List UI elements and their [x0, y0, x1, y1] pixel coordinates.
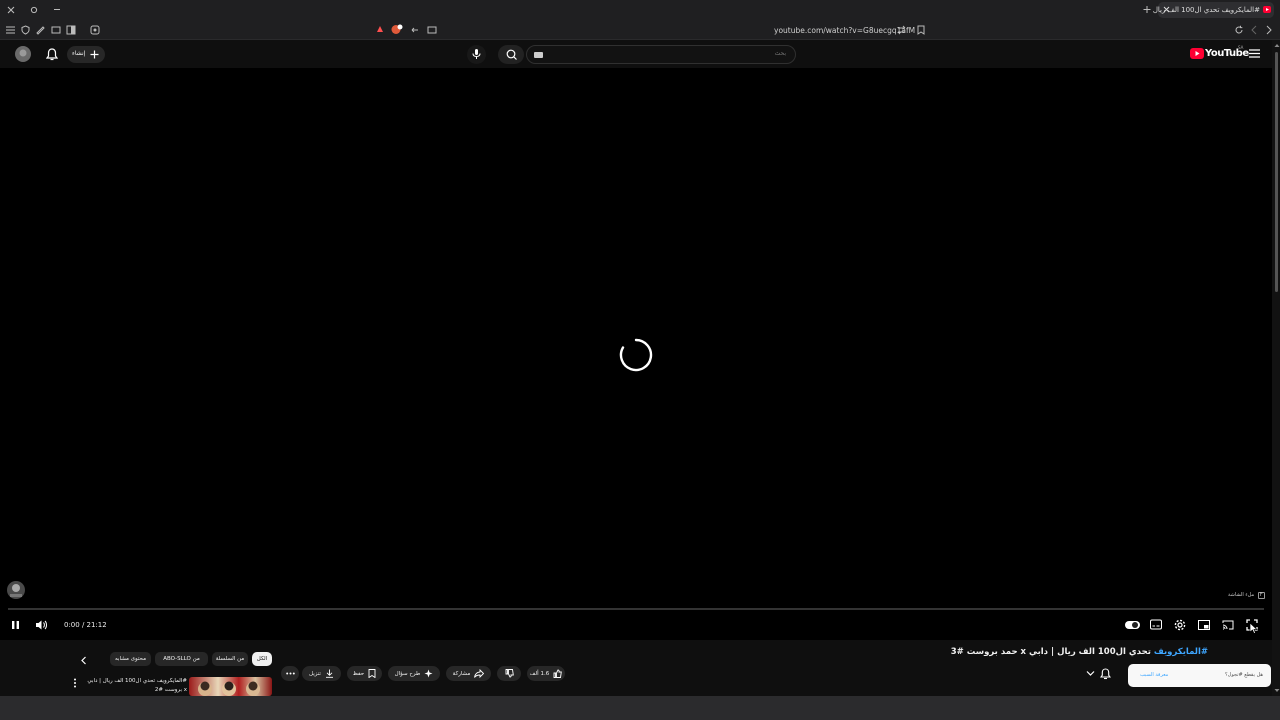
subscribe-bell-icon[interactable]: [1100, 668, 1111, 680]
like-count: 1.6 ألف: [529, 670, 550, 677]
thumbnail-image: [198, 681, 260, 696]
popup-question: هل يقطع #تجول؟: [1225, 672, 1263, 678]
scroll-up-arrow-icon[interactable]: [1274, 43, 1280, 48]
microphone-icon: [472, 49, 481, 59]
search-icon: [506, 49, 517, 60]
bookmark-icon[interactable]: [917, 25, 925, 35]
progress-bar[interactable]: [8, 608, 1264, 610]
forward-icon[interactable]: [1265, 25, 1273, 35]
sidebar-icon[interactable]: [66, 25, 76, 35]
chip-related[interactable]: محتوى مشابه: [110, 652, 151, 666]
plus-icon: [90, 50, 99, 59]
sparkle-icon: [424, 669, 433, 678]
share-label: مشاركة: [452, 670, 471, 677]
video-title: #المايكرويف تحدي ال100 الف ريال | دابي x…: [951, 647, 1208, 657]
more-actions-button[interactable]: [281, 666, 299, 681]
fullscreen-tooltip-text: ملء الشاشة: [1228, 592, 1255, 598]
youtube-favicon-icon: [1263, 6, 1271, 13]
tabs-icon[interactable]: [51, 25, 61, 35]
pause-icon[interactable]: [11, 620, 20, 630]
guide-menu-icon[interactable]: [1249, 49, 1260, 58]
share-button[interactable]: مشاركة: [446, 666, 491, 681]
new-tab-icon[interactable]: [1143, 5, 1151, 14]
channel-prompt-popup: هل يقطع #تجول؟ معرفة السبب: [1128, 664, 1271, 687]
ask-button[interactable]: طرح سؤال: [388, 666, 440, 681]
browser-toolbar: [0, 20, 1280, 40]
dislike-button[interactable]: [497, 666, 521, 681]
more-horizontal-icon: [285, 672, 295, 675]
brave-shields-icon[interactable]: [391, 24, 403, 35]
fullscreen-tooltip: F ملء الشاشة: [1228, 592, 1265, 599]
fullscreen-key: F: [1257, 592, 1265, 599]
loading-spinner-icon: [619, 338, 653, 372]
chip-from-series[interactable]: من السلسلة: [212, 652, 248, 666]
more-vertical-icon[interactable]: [73, 678, 77, 688]
restore-icon[interactable]: [30, 5, 38, 14]
notifications-bell-icon[interactable]: [46, 48, 58, 61]
back-history-icon[interactable]: [410, 25, 420, 35]
create-button[interactable]: إنشاء: [67, 46, 105, 63]
video-hashtag[interactable]: #المايكرويف: [1154, 647, 1208, 657]
download-button[interactable]: تنزيل: [302, 666, 341, 681]
thumbs-up-icon: [553, 669, 563, 678]
ask-label: طرح سؤال: [394, 670, 421, 677]
keyboard-icon[interactable]: [534, 52, 543, 58]
avatar[interactable]: [15, 46, 31, 62]
search-placeholder: بحث: [774, 50, 786, 57]
save-bookmark-icon: [368, 669, 376, 678]
miniplayer-icon[interactable]: [1198, 620, 1210, 630]
share-icon: [474, 669, 485, 678]
mouse-cursor-icon: [1249, 622, 1258, 634]
reload-icon[interactable]: [1234, 25, 1244, 35]
chip-all[interactable]: الكل: [252, 652, 272, 666]
cast-icon[interactable]: [1222, 620, 1234, 630]
close-window-icon[interactable]: [7, 6, 15, 14]
chevron-down-icon[interactable]: [1086, 670, 1095, 677]
like-button[interactable]: 1.6 ألف: [527, 666, 565, 681]
volume-icon[interactable]: [35, 619, 48, 631]
download-label: تنزيل: [309, 670, 321, 677]
menu-icon[interactable]: [6, 26, 15, 34]
create-label: إنشاء: [72, 50, 86, 57]
reader-mode-icon[interactable]: [427, 25, 437, 35]
autoplay-toggle-icon[interactable]: [1125, 620, 1140, 630]
shield-icon[interactable]: [21, 25, 30, 35]
region-code: SA: [1238, 45, 1244, 50]
scrollbar-thumb[interactable]: [1275, 52, 1278, 292]
voice-search-button[interactable]: [467, 45, 486, 64]
thumbs-down-icon: [505, 669, 514, 678]
channel-watermark-icon[interactable]: [6, 580, 26, 600]
back-icon[interactable]: [1250, 25, 1258, 35]
popup-link[interactable]: معرفة السبب: [1140, 672, 1168, 678]
address-bar[interactable]: youtube.com/watch?v=G8uecgq1afM: [774, 26, 915, 35]
chip-from-channel[interactable]: من ABO-SLLO: [155, 652, 208, 666]
search-input[interactable]: بحث: [526, 45, 796, 64]
youtube-logo-icon[interactable]: [1190, 48, 1204, 59]
video-title-text: تحدي ال100 الف ريال | دابي x حمد بروست #…: [950, 647, 1154, 657]
save-button[interactable]: حفظ: [347, 666, 382, 681]
scroll-down-arrow-icon[interactable]: [1274, 688, 1280, 693]
pen-icon[interactable]: [36, 25, 45, 35]
recommended-video-title[interactable]: #المايكرويف تحدي ال100 الف ريال | دابي x…: [84, 677, 187, 695]
search-button[interactable]: [498, 45, 524, 64]
active-tab[interactable]: #المايكرويف تحدي ال100 الف ريال: [1153, 2, 1274, 18]
recommended-video-thumbnail[interactable]: [189, 677, 272, 696]
browser-tab-bar: #المايكرويف تحدي ال100 الف ريال: [0, 0, 1280, 20]
chevron-left-icon[interactable]: [80, 656, 87, 665]
save-label: حفظ: [352, 670, 365, 677]
tab-title: #المايكرويف تحدي ال100 الف ريال: [1152, 6, 1260, 14]
time-display: 0:00 / 21:12: [64, 621, 107, 629]
download-icon: [325, 669, 333, 678]
settings-gear-icon[interactable]: [1174, 619, 1186, 631]
browser-status-bar: [0, 696, 1280, 720]
minimize-icon[interactable]: [53, 5, 61, 14]
subtitles-icon[interactable]: [1150, 619, 1162, 630]
extension-icon[interactable]: [90, 25, 100, 35]
brave-rewards-icon[interactable]: [376, 25, 384, 34]
